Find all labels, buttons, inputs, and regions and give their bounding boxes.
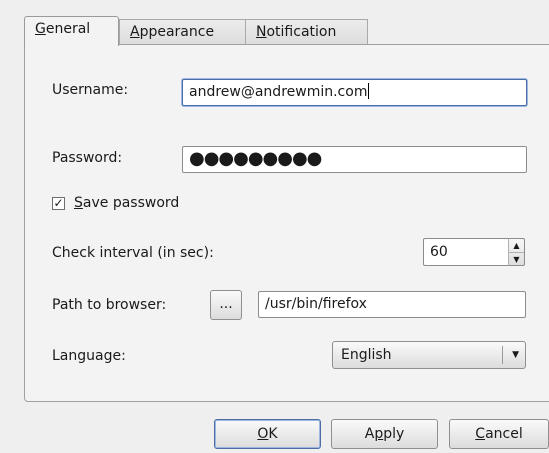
browse-button[interactable]: ... — [210, 290, 242, 320]
tab-appearance[interactable]: Appearance — [119, 19, 246, 45]
tab-general-mnemonic: G — [35, 21, 46, 37]
check-interval-value: 60 — [430, 244, 448, 260]
apply-label-end: ply — [383, 426, 405, 442]
combo-divider — [502, 346, 503, 364]
ok-label: K — [268, 426, 278, 442]
spin-buttons: ▲ ▼ — [508, 238, 525, 266]
text-caret — [368, 83, 370, 99]
tab-notification-mnemonic: N — [256, 24, 267, 40]
language-value: English — [341, 347, 392, 363]
password-mask: ●●●●●●●●● — [189, 148, 322, 169]
spin-up-icon[interactable]: ▲ — [509, 239, 524, 253]
username-value: andrew@andrewmin.com — [189, 84, 368, 100]
tab-notification[interactable]: Notification — [245, 19, 368, 45]
apply-label-start: A — [364, 426, 375, 442]
save-password-checkbox[interactable]: ✓ — [52, 197, 65, 210]
ok-mnemonic: O — [257, 426, 269, 442]
tab-general-label: eneral — [45, 21, 91, 37]
path-to-browser-label: Path to browser: — [52, 297, 167, 313]
tab-notification-label: otification — [266, 24, 337, 40]
save-password-label[interactable]: Save password — [74, 195, 179, 211]
username-label: Username: — [52, 82, 129, 98]
tab-general[interactable]: General — [24, 16, 119, 46]
cancel-label: ancel — [485, 426, 523, 442]
apply-mnemonic: p — [374, 426, 384, 442]
cancel-button[interactable]: Cancel — [449, 419, 549, 449]
password-label: Password: — [52, 150, 123, 166]
cancel-mnemonic: C — [475, 426, 486, 442]
username-input[interactable]: andrew@andrewmin.com — [182, 79, 527, 106]
tab-appearance-mnemonic: A — [130, 24, 140, 40]
spin-down-icon[interactable]: ▼ — [509, 253, 524, 266]
apply-button[interactable]: Apply — [331, 419, 438, 449]
browser-path-input[interactable]: /usr/bin/firefox — [258, 291, 526, 318]
save-password-text: ave password — [82, 195, 180, 211]
tab-appearance-label: ppearance — [139, 24, 215, 40]
browser-path-value: /usr/bin/firefox — [265, 296, 367, 312]
language-select[interactable]: English ▼ — [332, 341, 526, 369]
ok-button[interactable]: OK — [214, 419, 321, 449]
check-interval-spinbox[interactable]: 60 — [423, 238, 509, 266]
chevron-down-icon: ▼ — [512, 350, 519, 360]
password-input[interactable]: ●●●●●●●●● — [182, 146, 527, 173]
save-password-mnemonic: S — [74, 195, 83, 211]
check-interval-label: Check interval (in sec): — [52, 245, 214, 261]
language-label: Language: — [52, 348, 126, 364]
